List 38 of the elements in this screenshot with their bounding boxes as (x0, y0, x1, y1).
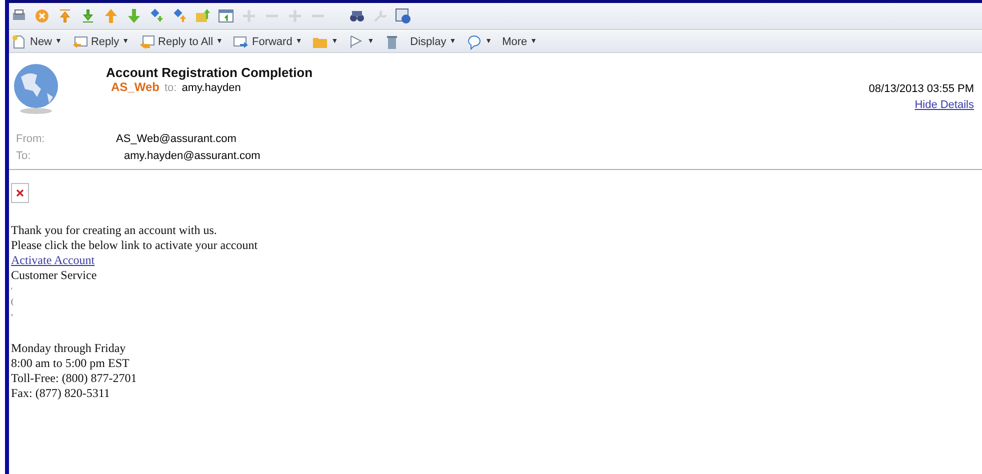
body-text: Toll-Free: (800) 877-2701 (11, 371, 138, 386)
new-document-icon[interactable] (11, 34, 27, 50)
stray-mark: ( (11, 296, 15, 305)
diamond-down-icon[interactable] (149, 8, 165, 24)
field-label: To: (16, 150, 32, 162)
reply-all-icon[interactable] (139, 34, 156, 50)
triangle-flag-icon[interactable] (348, 34, 364, 50)
field-value: AS_Web@assurant.com (116, 133, 238, 145)
arrow-top-icon[interactable] (57, 8, 73, 24)
arrow-down-icon[interactable] (126, 8, 142, 24)
globe-avatar-icon (11, 63, 61, 115)
body-text: 8:00 am to 5:00 pm EST (11, 356, 130, 371)
forward-icon[interactable] (232, 34, 249, 50)
sender-name: AS_Web (111, 80, 160, 94)
activate-account-link[interactable]: Activate Account (11, 253, 95, 267)
folder-arrow-icon[interactable] (195, 8, 211, 24)
reply-icon[interactable] (72, 34, 88, 50)
message-date: 08/13/2013 03:55 PM (868, 83, 974, 95)
arrow-up-icon[interactable] (103, 8, 119, 24)
stop-icon[interactable] (34, 8, 50, 24)
speech-bubble-icon[interactable] (466, 34, 482, 50)
hide-details-link[interactable]: Hide Details (914, 99, 974, 111)
body-text: Customer Service (11, 268, 98, 283)
broken-image-icon (11, 183, 29, 203)
body-text: Monday through Friday (11, 341, 127, 356)
diamond-up-icon[interactable] (172, 8, 188, 24)
recipient-name: amy.hayden (182, 82, 241, 94)
body-text: Please click the below link to activate your account (11, 238, 259, 253)
body-text: Thank you for creating an account with us. (11, 223, 218, 238)
field-value: amy.hayden@assurant.com (123, 150, 262, 162)
stray-mark: ' (11, 285, 14, 294)
binoculars-icon[interactable] (349, 8, 365, 24)
to-label: to: (164, 82, 177, 94)
body-text: Fax: (877) 820-5311 (11, 386, 111, 401)
message-subject: Account Registration Completion (106, 65, 314, 80)
arrow-bottom-icon[interactable] (80, 8, 96, 24)
stray-mark: , (11, 307, 14, 316)
field-label: From: (16, 133, 46, 145)
